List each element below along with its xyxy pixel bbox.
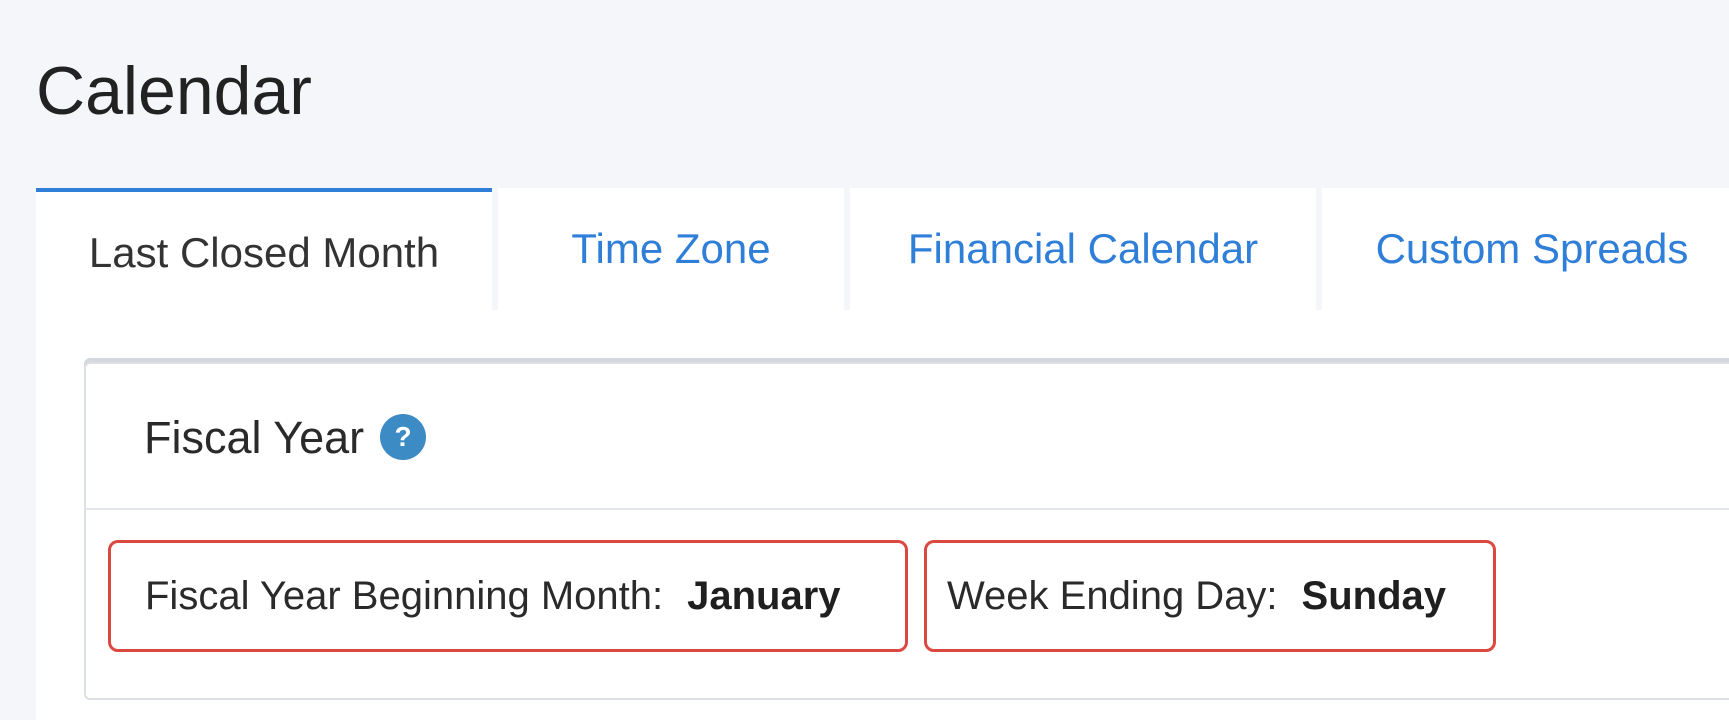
tab-time-zone[interactable]: Time Zone: [498, 188, 844, 310]
week-ending-day-label: Week Ending Day:: [947, 573, 1278, 618]
week-ending-day-field: Week Ending Day: Sunday: [924, 540, 1496, 652]
fiscal-year-panel: Fiscal Year ? Fiscal Year Beginning Mont…: [84, 362, 1729, 700]
week-ending-day-value: Sunday: [1301, 573, 1447, 618]
calendar-page: Calendar Last Closed Month Time Zone Fin…: [0, 0, 1729, 720]
fiscal-year-beginning-month-value: January: [687, 573, 841, 618]
tab-last-closed-month[interactable]: Last Closed Month: [36, 188, 492, 310]
page-title: Calendar: [36, 53, 312, 129]
tab-content: Fiscal Year ? Fiscal Year Beginning Mont…: [36, 310, 1729, 720]
fiscal-year-beginning-month-field: Fiscal Year Beginning Month: January: [108, 540, 908, 652]
calendar-tabs: Last Closed Month Time Zone Financial Ca…: [36, 188, 1729, 310]
tab-custom-spreads[interactable]: Custom Spreads: [1322, 188, 1729, 310]
fiscal-year-beginning-month-label: Fiscal Year Beginning Month:: [145, 573, 664, 618]
question-circle-icon[interactable]: ?: [380, 414, 426, 460]
fiscal-year-title: Fiscal Year: [144, 412, 365, 463]
tab-financial-calendar[interactable]: Financial Calendar: [850, 188, 1316, 310]
fiscal-year-panel-header: Fiscal Year ?: [86, 364, 1729, 510]
